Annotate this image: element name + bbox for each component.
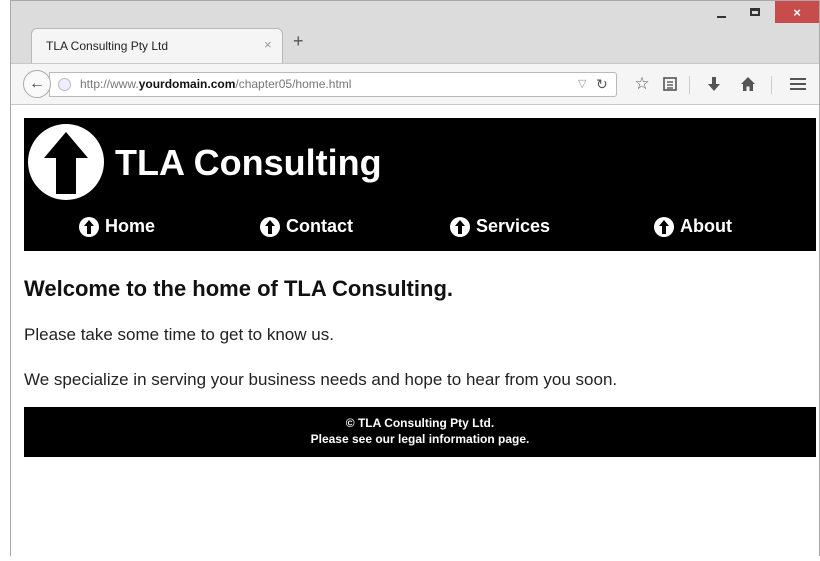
toolbar-separator: [771, 76, 772, 94]
page-heading: Welcome to the home of TLA Consulting.: [24, 276, 453, 301]
nav-label: Home: [105, 216, 156, 236]
maximize-icon: [750, 8, 760, 16]
site-nav: Home Contact Services About: [24, 216, 816, 242]
url-bar[interactable]: http://www.yourdomain.com/chapter05/home…: [49, 72, 617, 97]
services-paragraph: We specialize in serving your business n…: [24, 370, 618, 389]
url-path: /chapter05/home.html: [235, 77, 352, 91]
site-title: TLA Consulting: [115, 142, 382, 183]
navigation-toolbar: http://www.yourdomain.com/chapter05/home…: [11, 63, 819, 105]
nav-services-link[interactable]: Services: [450, 216, 550, 237]
logo-up-arrow-icon: [28, 124, 104, 200]
toolbar-separator: [689, 76, 690, 94]
back-button[interactable]: ←: [23, 70, 51, 98]
minimize-button[interactable]: [707, 1, 735, 23]
site-footer: © TLA Consulting Pty Ltd. Please see our…: [24, 407, 816, 457]
maximize-button[interactable]: [741, 1, 769, 23]
reload-icon[interactable]: ↻: [596, 76, 608, 93]
site-header: TLA Consulting Home Contact Services Abo…: [24, 118, 816, 251]
tab-title: TLA Consulting Pty Ltd: [46, 39, 169, 53]
hamburger-menu-icon[interactable]: [787, 72, 809, 96]
url-dropdown-icon[interactable]: ▽: [578, 77, 586, 90]
page-content: TLA Consulting Home Contact Services Abo…: [11, 106, 819, 557]
bookmarks-library-icon[interactable]: [659, 72, 681, 96]
nav-home-link[interactable]: Home: [79, 216, 155, 237]
nav-label: Contact: [286, 216, 353, 236]
back-arrow-icon: ←: [29, 75, 45, 92]
up-arrow-icon: [654, 216, 674, 237]
new-tab-icon[interactable]: +: [293, 31, 304, 52]
intro-paragraph: Please take some time to get to know us.: [24, 325, 334, 344]
url-domain: yourdomain.com: [138, 77, 236, 91]
tab-close-icon[interactable]: ×: [264, 37, 272, 52]
download-icon[interactable]: [703, 72, 725, 96]
url-text[interactable]: http://www.yourdomain.com/chapter05/home…: [80, 77, 351, 91]
up-arrow-icon: [79, 216, 99, 237]
minimize-icon: [716, 16, 726, 18]
close-window-button[interactable]: ×: [775, 1, 819, 23]
home-icon[interactable]: [737, 72, 759, 96]
nav-label: About: [680, 216, 732, 236]
url-prefix: http://www.: [80, 77, 139, 91]
legal-info-text: Please see our legal information page.: [310, 432, 530, 446]
bookmark-star-icon[interactable]: ☆: [631, 72, 653, 96]
nav-contact-link[interactable]: Contact: [260, 216, 353, 237]
title-bar: TLA Consulting Pty Ltd × + ×: [11, 1, 819, 64]
browser-tab[interactable]: TLA Consulting Pty Ltd ×: [31, 28, 283, 64]
nav-about-link[interactable]: About: [654, 216, 732, 237]
up-arrow-icon: [450, 216, 470, 237]
copyright-text: © TLA Consulting Pty Ltd.: [345, 416, 495, 430]
browser-window: TLA Consulting Pty Ltd × + × http://www.…: [10, 0, 820, 557]
up-arrow-icon: [260, 216, 280, 237]
site-identity-icon[interactable]: [58, 78, 71, 91]
nav-label: Services: [476, 216, 551, 236]
